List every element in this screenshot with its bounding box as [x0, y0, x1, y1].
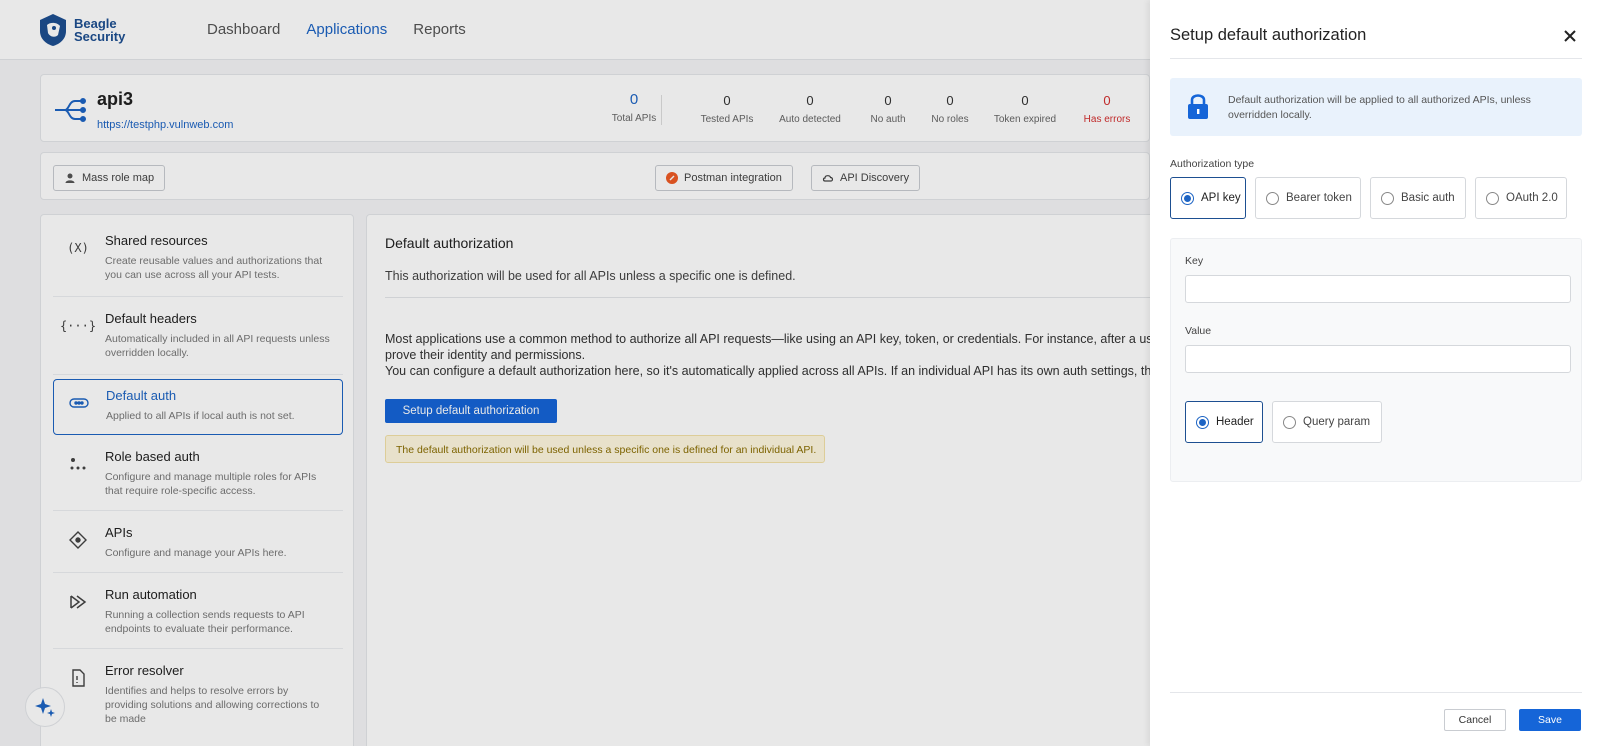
auth-type-label: Bearer token — [1286, 192, 1352, 204]
radio-unselected — [1381, 191, 1394, 205]
drawer-divider — [1170, 58, 1582, 59]
auth-type-label: Basic auth — [1401, 192, 1455, 204]
auth-type-oauth2[interactable]: OAuth 2.0 — [1475, 177, 1567, 219]
radio-unselected — [1283, 415, 1296, 429]
radio-unselected — [1266, 191, 1279, 205]
key-input[interactable] — [1185, 275, 1571, 303]
radio-unselected — [1486, 191, 1499, 205]
lock-icon — [1188, 94, 1208, 119]
location-label: Header — [1216, 416, 1254, 428]
close-button[interactable] — [1561, 27, 1579, 45]
api-key-form: Key Value Header Query param — [1170, 238, 1582, 482]
auth-type-basic-auth[interactable]: Basic auth — [1370, 177, 1466, 219]
location-label: Query param — [1303, 416, 1371, 428]
auth-type-bearer-token[interactable]: Bearer token — [1255, 177, 1361, 219]
close-icon — [1564, 30, 1576, 42]
value-label: Value — [1185, 325, 1212, 337]
location-header[interactable]: Header — [1185, 401, 1263, 443]
radio-selected — [1181, 191, 1194, 205]
value-input[interactable] — [1185, 345, 1571, 373]
modal-backdrop[interactable] — [0, 0, 1150, 746]
save-button[interactable]: Save — [1519, 709, 1581, 731]
authorization-type-label: Authorization type — [1170, 158, 1255, 170]
drawer-title: Setup default authorization — [1170, 26, 1367, 44]
footer-divider — [1170, 692, 1582, 693]
setup-default-authorization-drawer: Setup default authorization Default auth… — [1150, 0, 1600, 746]
key-label: Key — [1185, 255, 1204, 267]
auth-type-api-key[interactable]: API key — [1170, 177, 1246, 219]
location-query-param[interactable]: Query param — [1272, 401, 1382, 443]
auth-type-label: API key — [1201, 192, 1241, 204]
info-text: Default authorization will be applied to… — [1228, 94, 1531, 121]
info-banner: Default authorization will be applied to… — [1170, 78, 1582, 136]
cancel-button[interactable]: Cancel — [1444, 709, 1506, 731]
radio-selected — [1196, 415, 1209, 429]
auth-type-label: OAuth 2.0 — [1506, 192, 1558, 204]
